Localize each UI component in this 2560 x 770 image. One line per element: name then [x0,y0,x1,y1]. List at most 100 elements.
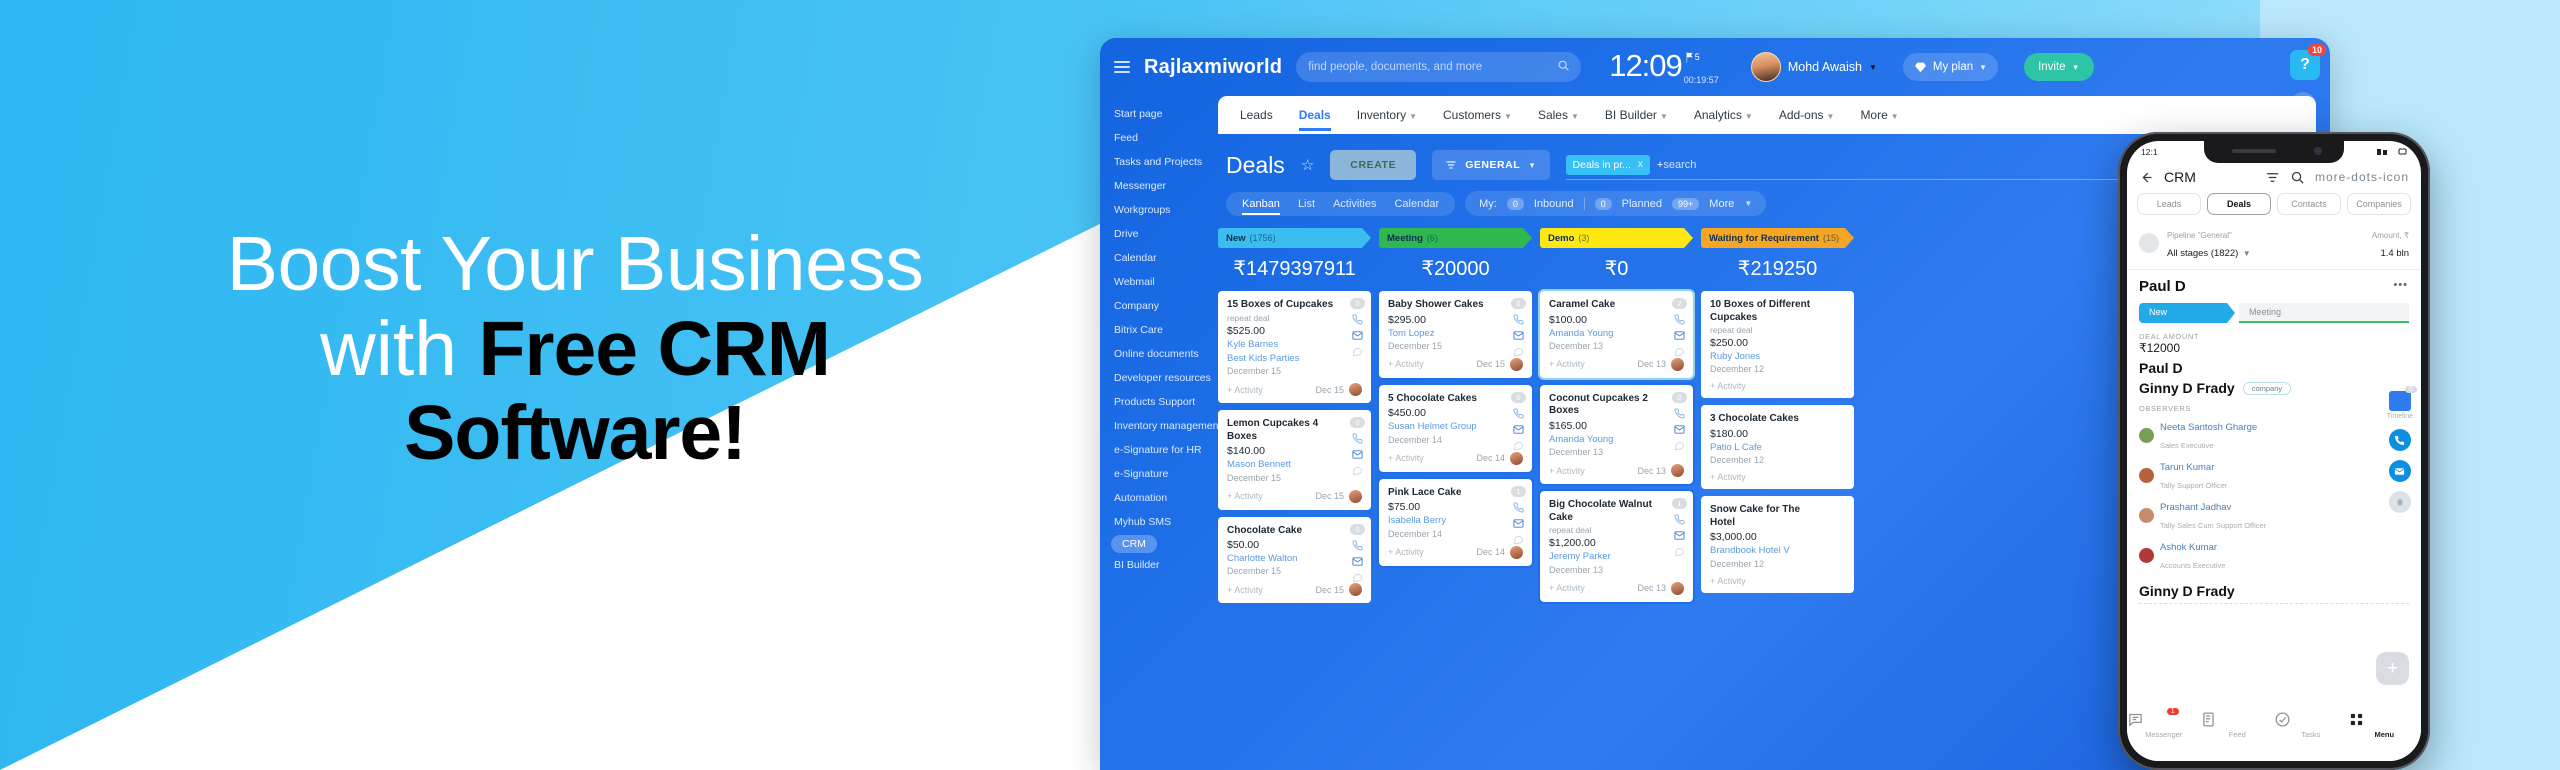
observer-row[interactable]: Ashok Kumar Accounts Executive [2139,537,2409,573]
star-icon[interactable]: ☆ [1301,156,1314,174]
sidebar-item-workgroups[interactable]: Workgroups [1100,198,1204,222]
mail-icon[interactable] [1352,449,1363,460]
mail-icon[interactable] [1513,518,1524,529]
mail-icon[interactable] [1352,556,1363,567]
phone-tab-deals[interactable]: Deals [2207,193,2271,215]
phone-nav-messenger[interactable]: 1 Messenger [2127,708,2201,739]
add-activity-link[interactable]: + Activity [1388,359,1424,369]
deal-person[interactable]: Ruby Jones [1710,351,1845,363]
tab-analytics[interactable]: Analytics ▼ [1694,108,1753,122]
deal-person[interactable]: Kyle Barnes [1227,339,1362,351]
timeline-button[interactable]: 0 Timeline [2387,386,2417,420]
phone-stage-current[interactable]: New [2139,303,2235,323]
tab-sales[interactable]: Sales ▼ [1538,108,1579,122]
deal-card[interactable]: 10 Boxes of Different Cupcakes repeat de… [1701,291,1854,399]
phone-icon[interactable] [1513,502,1524,513]
add-activity-link[interactable]: + Activity [1710,576,1746,586]
phone-icon[interactable] [1674,514,1685,525]
deal-card[interactable]: Caramel Cake $100.00 Amanda Young Decemb… [1538,289,1695,380]
tab-inventory[interactable]: Inventory ▼ [1357,108,1417,122]
view-tab-list[interactable]: List [1298,198,1315,210]
sidebar-item-inventory-management[interactable]: Inventory management [1100,414,1221,438]
chat-icon[interactable] [1352,572,1363,583]
phone-nav-menu[interactable]: Menu [2348,711,2422,739]
sidebar-item-e-signature-for-hr[interactable]: e-Signature for HR [1100,438,1204,462]
deal-person[interactable]: Charlotte Walton [1227,553,1362,565]
phone-tab-leads[interactable]: Leads [2137,193,2201,215]
mail-icon[interactable] [2388,460,2411,482]
sidebar-item-tasks-and-projects[interactable]: Tasks and Projects [1100,150,1204,174]
deal-card[interactable]: 15 Boxes of Cupcakes repeat deal $525.00… [1218,291,1371,404]
add-activity-link[interactable]: + Activity [1549,359,1585,369]
chat-icon[interactable] [1513,534,1524,545]
mail-icon[interactable] [1674,424,1685,435]
tab-customers[interactable]: Customers ▼ [1443,108,1512,122]
filter-icon[interactable] [2265,170,2280,185]
view-tab-activities[interactable]: Activities [1333,198,1376,210]
chat-icon[interactable] [1513,440,1524,451]
observer-row[interactable]: Prashant Jadhav Tally Sales Cum Support O… [2139,497,2409,533]
deal-company[interactable]: Best Kids Parties [1227,353,1362,365]
phone-icon[interactable] [2388,429,2411,451]
deal-card[interactable]: Baby Shower Cakes $295.00 Tom Lopez Dece… [1379,291,1532,378]
back-arrow-icon[interactable] [2139,170,2154,185]
sidebar-item-products-support[interactable]: Products Support [1100,390,1204,414]
sidebar-item-developer-resources[interactable]: Developer resources [1100,366,1211,390]
tab-leads[interactable]: Leads [1240,108,1273,122]
add-activity-link[interactable]: + Activity [1388,453,1424,463]
sidebar-item-drive[interactable]: Drive [1100,222,1204,246]
sidebar-item-bitrix-care[interactable]: Bitrix Care [1100,318,1204,342]
deal-person[interactable]: Susan Helmet Group [1388,421,1523,433]
deal-person[interactable]: Jeremy Parker [1549,551,1684,563]
tab-add-ons[interactable]: Add-ons ▼ [1779,108,1835,122]
phone-icon[interactable] [1674,408,1685,419]
mail-icon[interactable] [1513,330,1524,341]
add-activity-link[interactable]: + Activity [1227,385,1263,395]
phone-icon[interactable] [1674,314,1685,325]
sidebar-item-webmail[interactable]: Webmail [1100,270,1204,294]
phone-nav-tasks[interactable]: Tasks [2274,711,2348,739]
phone-contact-name[interactable]: Paul D [2139,360,2409,376]
sidebar-item-online-documents[interactable]: Online documents [1100,342,1204,366]
close-icon[interactable]: x [1638,159,1643,170]
sidebar-item-myhub-sms[interactable]: Myhub SMS [1100,510,1204,534]
create-button[interactable]: CREATE [1330,150,1417,180]
add-activity-link[interactable]: + Activity [1227,585,1263,595]
delete-icon[interactable] [2388,491,2411,513]
chat-icon[interactable] [1352,465,1363,476]
sidebar-item-feed[interactable]: Feed [1100,126,1204,150]
phone-icon[interactable] [1513,314,1524,325]
user-menu[interactable]: Mohd Awaish ▼ [1750,52,1877,82]
add-activity-link[interactable]: + Activity [1549,583,1585,593]
tab-bi-builder[interactable]: BI Builder ▼ [1605,108,1668,122]
deal-person[interactable]: Mason Bennett [1227,459,1362,471]
chat-icon[interactable] [1674,546,1685,557]
sidebar-item-automation[interactable]: Automation [1100,486,1204,510]
add-activity-link[interactable]: + Activity [1710,472,1746,482]
phone-company-name[interactable]: Ginny D Frady [2139,380,2235,396]
my-plan-button[interactable]: My plan ▼ [1902,53,1999,81]
add-activity-link[interactable]: + Activity [1227,491,1263,501]
inbound-label[interactable]: Inbound [1534,198,1574,210]
add-activity-link[interactable]: + Activity [1549,466,1585,476]
deal-person[interactable]: Patio L Cafe [1710,442,1845,454]
chat-icon[interactable] [1352,346,1363,357]
mail-icon[interactable] [1352,330,1363,341]
kanban-stage-header[interactable]: New (1756) [1218,228,1371,248]
sidebar-item-start-page[interactable]: Start page [1100,102,1204,126]
search-input[interactable]: find people, documents, and more [1296,52,1582,82]
deal-person[interactable]: Isabella Berry [1388,515,1523,527]
phone-icon[interactable] [1352,539,1363,551]
hamburger-icon[interactable] [1114,61,1130,73]
add-button[interactable]: + [2376,652,2409,685]
tab-deals[interactable]: Deals [1298,108,1331,131]
deal-card[interactable]: Coconut Cupcakes 2 Boxes $165.00 Amanda … [1538,382,1695,487]
filter-general-button[interactable]: GENERAL ▼ [1432,150,1550,180]
phone-tab-companies[interactable]: Companies [2347,193,2411,215]
deal-card[interactable]: Snow Cake for The Hotel $3,000.00 Brandb… [1701,496,1854,593]
mail-icon[interactable] [1674,530,1685,541]
observer-row[interactable]: Tarun Kumar Tally Support Officer [2139,457,2409,493]
filter-chip[interactable]: Deals in pr... x [1565,154,1650,175]
more-dots-icon[interactable]: more-dots-icon [2315,170,2409,184]
pipeline-value[interactable]: All stages (1822) [2167,248,2238,259]
